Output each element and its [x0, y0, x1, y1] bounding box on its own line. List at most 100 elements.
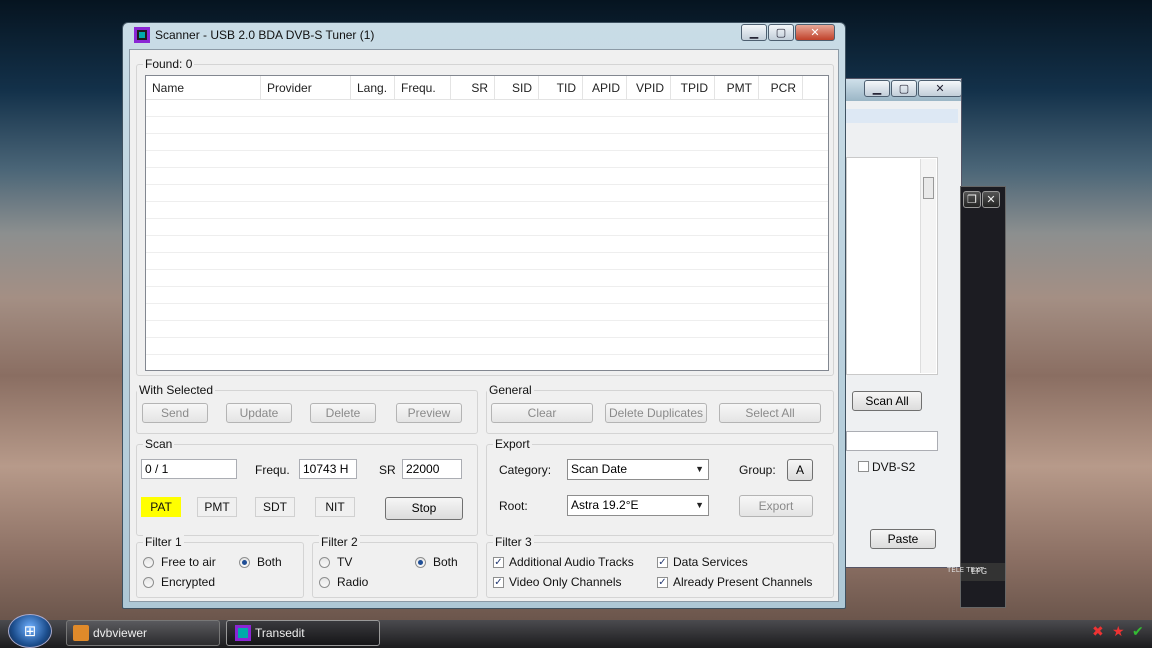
free-to-air-radio[interactable]: [143, 557, 154, 568]
filter2-label: Filter 2: [319, 535, 360, 549]
video-only-checkbox[interactable]: ✓: [493, 577, 504, 588]
col-name[interactable]: Name: [146, 76, 261, 99]
radio-label: Radio: [337, 575, 369, 589]
with-selected-group: With Selected Send Update Delete Preview: [136, 383, 478, 434]
dvbs2-checkbox[interactable]: [858, 461, 869, 472]
scan-progress-field: 0 / 1: [141, 459, 237, 479]
already-present-label: Already Present Channels: [673, 575, 813, 589]
col-provider[interactable]: Provider: [261, 76, 351, 99]
data-services-checkbox[interactable]: ✓: [657, 557, 668, 568]
free-to-air-label: Free to air: [161, 555, 216, 569]
scrollbar-thumb[interactable]: [923, 177, 934, 199]
transedit-icon: [235, 625, 251, 641]
col-sid[interactable]: SID: [495, 76, 539, 99]
scan-group: Scan 0 / 1 Frequ. 10743 H SR 22000 PAT P…: [136, 437, 478, 536]
channel-list[interactable]: Name Provider Lang. Frequ. SR SID TID AP…: [145, 75, 829, 371]
list-header: Name Provider Lang. Frequ. SR SID TID AP…: [146, 76, 828, 100]
col-lang[interactable]: Lang.: [351, 76, 395, 99]
export-label: Export: [493, 437, 532, 451]
close-icon[interactable]: ✕: [982, 191, 1000, 208]
close-icon[interactable]: ✕: [795, 24, 835, 41]
export-button[interactable]: Export: [739, 495, 813, 517]
epg-button[interactable]: EPG: [971, 567, 987, 576]
col-tid[interactable]: TID: [539, 76, 583, 99]
update-button[interactable]: Update: [226, 403, 292, 423]
check-tray-icon[interactable]: ✔: [1132, 624, 1144, 640]
group-button[interactable]: A: [787, 459, 813, 481]
root-dropdown[interactable]: Astra 19.2°E ▼: [567, 495, 709, 516]
taskbar-item-dvbviewer[interactable]: dvbviewer: [66, 620, 220, 646]
background-list-scrollbar[interactable]: [920, 159, 936, 373]
additional-audio-label: Additional Audio Tracks: [509, 555, 634, 569]
results-group: Found: 0 Name Provider Lang. Frequ. SR S…: [136, 57, 834, 376]
data-services-label: Data Services: [673, 555, 748, 569]
found-label: Found: 0: [143, 57, 195, 71]
taskbar-item-transedit[interactable]: Transedit: [226, 620, 380, 646]
category-dropdown[interactable]: Scan Date ▼: [567, 459, 709, 480]
scanner-titlebar[interactable]: Scanner - USB 2.0 BDA DVB-S Tuner (1) ▁ …: [129, 23, 839, 49]
scan-label: Scan: [143, 437, 175, 451]
start-button[interactable]: ⊞: [8, 614, 52, 648]
with-selected-label: With Selected: [137, 383, 216, 397]
maximize-icon[interactable]: ▢: [891, 80, 917, 97]
delete-duplicates-button[interactable]: Delete Duplicates: [605, 403, 707, 423]
encrypted-label: Encrypted: [161, 575, 216, 589]
background-window: ▁ ▢ ✕ Scan All DVB-S2 Paste: [846, 78, 962, 568]
nit-indicator: NIT: [315, 497, 355, 517]
list-body[interactable]: [146, 100, 828, 370]
encrypted-radio[interactable]: [143, 577, 154, 588]
minimize-icon[interactable]: ▁: [864, 80, 890, 97]
filter1-label: Filter 1: [143, 535, 184, 549]
col-pcr[interactable]: PCR: [759, 76, 803, 99]
group-label: Group:: [739, 463, 776, 477]
send-button[interactable]: Send: [142, 403, 208, 423]
additional-audio-checkbox[interactable]: ✓: [493, 557, 504, 568]
filter2-both-radio[interactable]: [415, 557, 426, 568]
transedit-app-icon: [134, 27, 150, 43]
star-tray-icon[interactable]: ★: [1112, 624, 1125, 640]
col-pmt[interactable]: PMT: [715, 76, 759, 99]
preview-button[interactable]: Preview: [396, 403, 462, 423]
chevron-down-icon: ▼: [695, 464, 704, 474]
filter1-both-radio[interactable]: [239, 557, 250, 568]
found-count: 0: [185, 57, 193, 71]
delete-button[interactable]: Delete: [310, 403, 376, 423]
sr-field[interactable]: 22000: [402, 459, 462, 479]
stop-button[interactable]: Stop: [385, 497, 463, 520]
taskbar-item-label: dvbviewer: [93, 626, 148, 640]
chevron-down-icon: ▼: [695, 500, 704, 510]
col-vpid[interactable]: VPID: [627, 76, 671, 99]
dvbviewer-player-window: ❐ ✕ TELE TEXT EPG: [947, 186, 1006, 608]
paste-button[interactable]: Paste: [870, 529, 936, 549]
video-only-label: Video Only Channels: [509, 575, 622, 589]
col-frequ[interactable]: Frequ.: [395, 76, 451, 99]
taskbar-item-label: Transedit: [255, 626, 305, 640]
antivirus-tray-icon[interactable]: ✖: [1092, 624, 1104, 640]
scan-all-button[interactable]: Scan All: [852, 391, 922, 411]
sdt-indicator: SDT: [255, 497, 295, 517]
filter2-group: Filter 2 TV Both Radio: [312, 535, 478, 598]
close-icon[interactable]: ✕: [918, 80, 962, 97]
radio-radio[interactable]: [319, 577, 330, 588]
root-label: Root:: [499, 499, 528, 513]
restore-icon[interactable]: ❐: [963, 191, 981, 208]
filter1-both-label: Both: [257, 555, 282, 569]
col-sr[interactable]: SR: [451, 76, 495, 99]
frequ-field[interactable]: 10743 H: [299, 459, 357, 479]
clear-button[interactable]: Clear: [491, 403, 593, 423]
category-label: Category:: [499, 463, 552, 477]
export-group: Export Category: Scan Date ▼ Group: A Roo…: [486, 437, 834, 536]
background-input[interactable]: [846, 431, 938, 451]
general-label: General: [487, 383, 534, 397]
tv-label: TV: [337, 555, 353, 569]
general-group: General Clear Delete Duplicates Select A…: [486, 383, 834, 434]
col-apid[interactable]: APID: [583, 76, 627, 99]
frequ-label: Frequ.: [255, 463, 290, 477]
minimize-icon[interactable]: ▁: [741, 24, 767, 41]
select-all-button[interactable]: Select All: [719, 403, 821, 423]
tv-radio[interactable]: [319, 557, 330, 568]
root-value: Astra 19.2°E: [571, 498, 639, 512]
col-tpid[interactable]: TPID: [671, 76, 715, 99]
maximize-icon[interactable]: ▢: [768, 24, 794, 41]
already-present-checkbox[interactable]: ✓: [657, 577, 668, 588]
